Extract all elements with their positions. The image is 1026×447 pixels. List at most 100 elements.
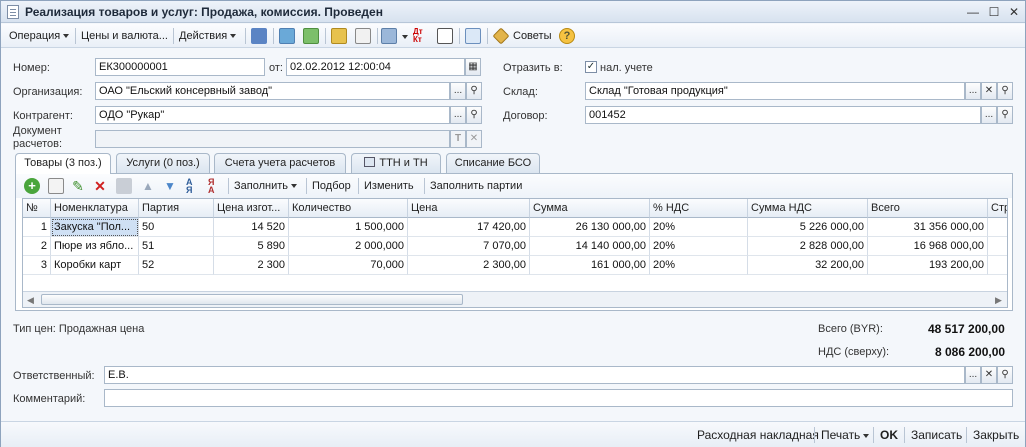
move-down-icon[interactable]: ▼: [162, 178, 178, 194]
tab-goods[interactable]: Товары (3 поз.): [15, 153, 111, 174]
table-cell[interactable]: 14 520: [214, 218, 289, 237]
search-icon[interactable]: ⚲: [466, 82, 482, 100]
counterparty-field[interactable]: ОДО "Рукар": [95, 106, 450, 124]
tab-settlement-accounts[interactable]: Счета учета расчетов: [214, 153, 346, 173]
column-header[interactable]: Стр: [988, 199, 1007, 218]
tab-waybills[interactable]: ТТН и ТН: [351, 153, 441, 173]
tips-button[interactable]: Советы: [513, 28, 551, 44]
clear-icon[interactable]: ✕: [466, 130, 482, 148]
close-icon[interactable]: ✕: [1006, 4, 1022, 20]
fill-menu[interactable]: Заполнить: [234, 178, 298, 194]
change-button[interactable]: Изменить: [364, 178, 414, 194]
table-cell[interactable]: 1 500,000: [289, 218, 408, 237]
text-type-icon[interactable]: T: [450, 130, 466, 148]
column-header[interactable]: Всего: [868, 199, 988, 218]
table-cell[interactable]: 17 420,00: [408, 218, 530, 237]
table-cell[interactable]: 32 200,00: [748, 256, 868, 275]
search-icon[interactable]: ⚲: [997, 106, 1013, 124]
actions-menu[interactable]: Действия: [179, 28, 237, 44]
select-button[interactable]: ...: [450, 82, 466, 100]
table-cell[interactable]: 16 968 000,00: [868, 237, 988, 256]
select-button[interactable]: ...: [965, 366, 981, 384]
go-to-icon[interactable]: [381, 28, 397, 44]
column-header[interactable]: Цена изгот...: [214, 199, 289, 218]
horizontal-scrollbar[interactable]: ◀ ▶: [23, 291, 1007, 307]
table-cell[interactable]: 70,000: [289, 256, 408, 275]
comment-field[interactable]: [104, 389, 1013, 407]
goods-table[interactable]: № Номенклатура Партия Цена изгот... Коли…: [22, 198, 1008, 308]
copy-icon[interactable]: [303, 28, 319, 44]
settlement-doc-field[interactable]: [95, 130, 450, 148]
table-cell[interactable]: 31 356 000,00: [868, 218, 988, 237]
column-header[interactable]: Сумма: [530, 199, 650, 218]
table-cell[interactable]: [988, 237, 1007, 256]
table-cell[interactable]: 193 200,00: [868, 256, 988, 275]
column-header[interactable]: % НДС: [650, 199, 748, 218]
table-cell[interactable]: 5 890: [214, 237, 289, 256]
close-button[interactable]: Закрыть: [973, 427, 1019, 443]
column-header[interactable]: Номенклатура: [51, 199, 139, 218]
maximize-icon[interactable]: ☐: [986, 4, 1002, 20]
clear-icon[interactable]: ✕: [981, 82, 997, 100]
tab-services[interactable]: Услуги (0 поз.): [116, 153, 210, 173]
edit-row-icon[interactable]: ✎: [70, 178, 86, 194]
organization-field[interactable]: ОАО "Ельский консервный завод": [95, 82, 450, 100]
end-edit-icon[interactable]: [116, 178, 132, 194]
delete-row-icon[interactable]: ✕: [92, 178, 108, 194]
post-document-icon[interactable]: [251, 28, 267, 44]
debit-credit-icon[interactable]: Дт Кт: [413, 28, 429, 44]
report-icon[interactable]: [437, 28, 453, 44]
prices-currency-button[interactable]: Цены и валюта...: [81, 28, 168, 44]
minimize-icon[interactable]: —: [965, 4, 981, 20]
search-icon[interactable]: ⚲: [997, 82, 1013, 100]
table-cell[interactable]: Закуска "Пол...: [51, 218, 139, 237]
move-up-icon[interactable]: ▲: [140, 178, 156, 194]
table-cell[interactable]: 2 828 000,00: [748, 237, 868, 256]
table-cell[interactable]: 3: [23, 256, 51, 275]
help-icon[interactable]: ?: [559, 28, 575, 44]
search-icon[interactable]: ⚲: [997, 366, 1013, 384]
table-cell[interactable]: 14 140 000,00: [530, 237, 650, 256]
responsible-field[interactable]: Е.В.: [104, 366, 965, 384]
table-cell[interactable]: 5 226 000,00: [748, 218, 868, 237]
selection-button[interactable]: Подбор: [312, 178, 351, 194]
select-button[interactable]: ...: [965, 82, 981, 100]
save-button[interactable]: Записать: [911, 427, 962, 443]
tab-bso-writeoff[interactable]: Списание БСО: [446, 153, 540, 173]
table-cell[interactable]: 51: [139, 237, 214, 256]
print-menu[interactable]: Печать: [821, 427, 870, 443]
scrollbar-thumb[interactable]: [41, 294, 463, 305]
table-cell[interactable]: 1: [23, 218, 51, 237]
column-header[interactable]: Сумма НДС: [748, 199, 868, 218]
table-cell[interactable]: 26 130 000,00: [530, 218, 650, 237]
table-cell[interactable]: 2 000,000: [289, 237, 408, 256]
tax-accounting-checkbox[interactable]: ✓: [585, 61, 597, 73]
scroll-right-icon[interactable]: ▶: [995, 295, 1002, 306]
table-cell[interactable]: 2 300,00: [408, 256, 530, 275]
scroll-left-icon[interactable]: ◀: [27, 295, 34, 306]
table-cell[interactable]: 7 070,00: [408, 237, 530, 256]
table-cell[interactable]: Пюре из ябло...: [51, 237, 139, 256]
clear-icon[interactable]: ✕: [981, 366, 997, 384]
column-header[interactable]: Партия: [139, 199, 214, 218]
table-cell[interactable]: 161 000,00: [530, 256, 650, 275]
ok-button[interactable]: OK: [880, 427, 898, 443]
table-cell[interactable]: [988, 218, 1007, 237]
create-based-on-icon[interactable]: [331, 28, 347, 44]
table-cell[interactable]: Коробки карт: [51, 256, 139, 275]
table-cell[interactable]: 2: [23, 237, 51, 256]
refresh-icon[interactable]: [279, 28, 295, 44]
add-row-icon[interactable]: +: [24, 178, 40, 194]
column-header[interactable]: №: [23, 199, 51, 218]
table-cell[interactable]: 20%: [650, 218, 748, 237]
contract-field[interactable]: 001452: [585, 106, 981, 124]
structure-icon[interactable]: [465, 28, 481, 44]
fill-batches-button[interactable]: Заполнить партии: [430, 178, 522, 194]
select-button[interactable]: ...: [981, 106, 997, 124]
document-movements-icon[interactable]: [355, 28, 371, 44]
table-cell[interactable]: 20%: [650, 256, 748, 275]
table-cell[interactable]: 2 300: [214, 256, 289, 275]
sort-descending-icon[interactable]: ЯA: [208, 178, 224, 195]
select-button[interactable]: ...: [450, 106, 466, 124]
calendar-icon[interactable]: ▦: [465, 58, 481, 76]
